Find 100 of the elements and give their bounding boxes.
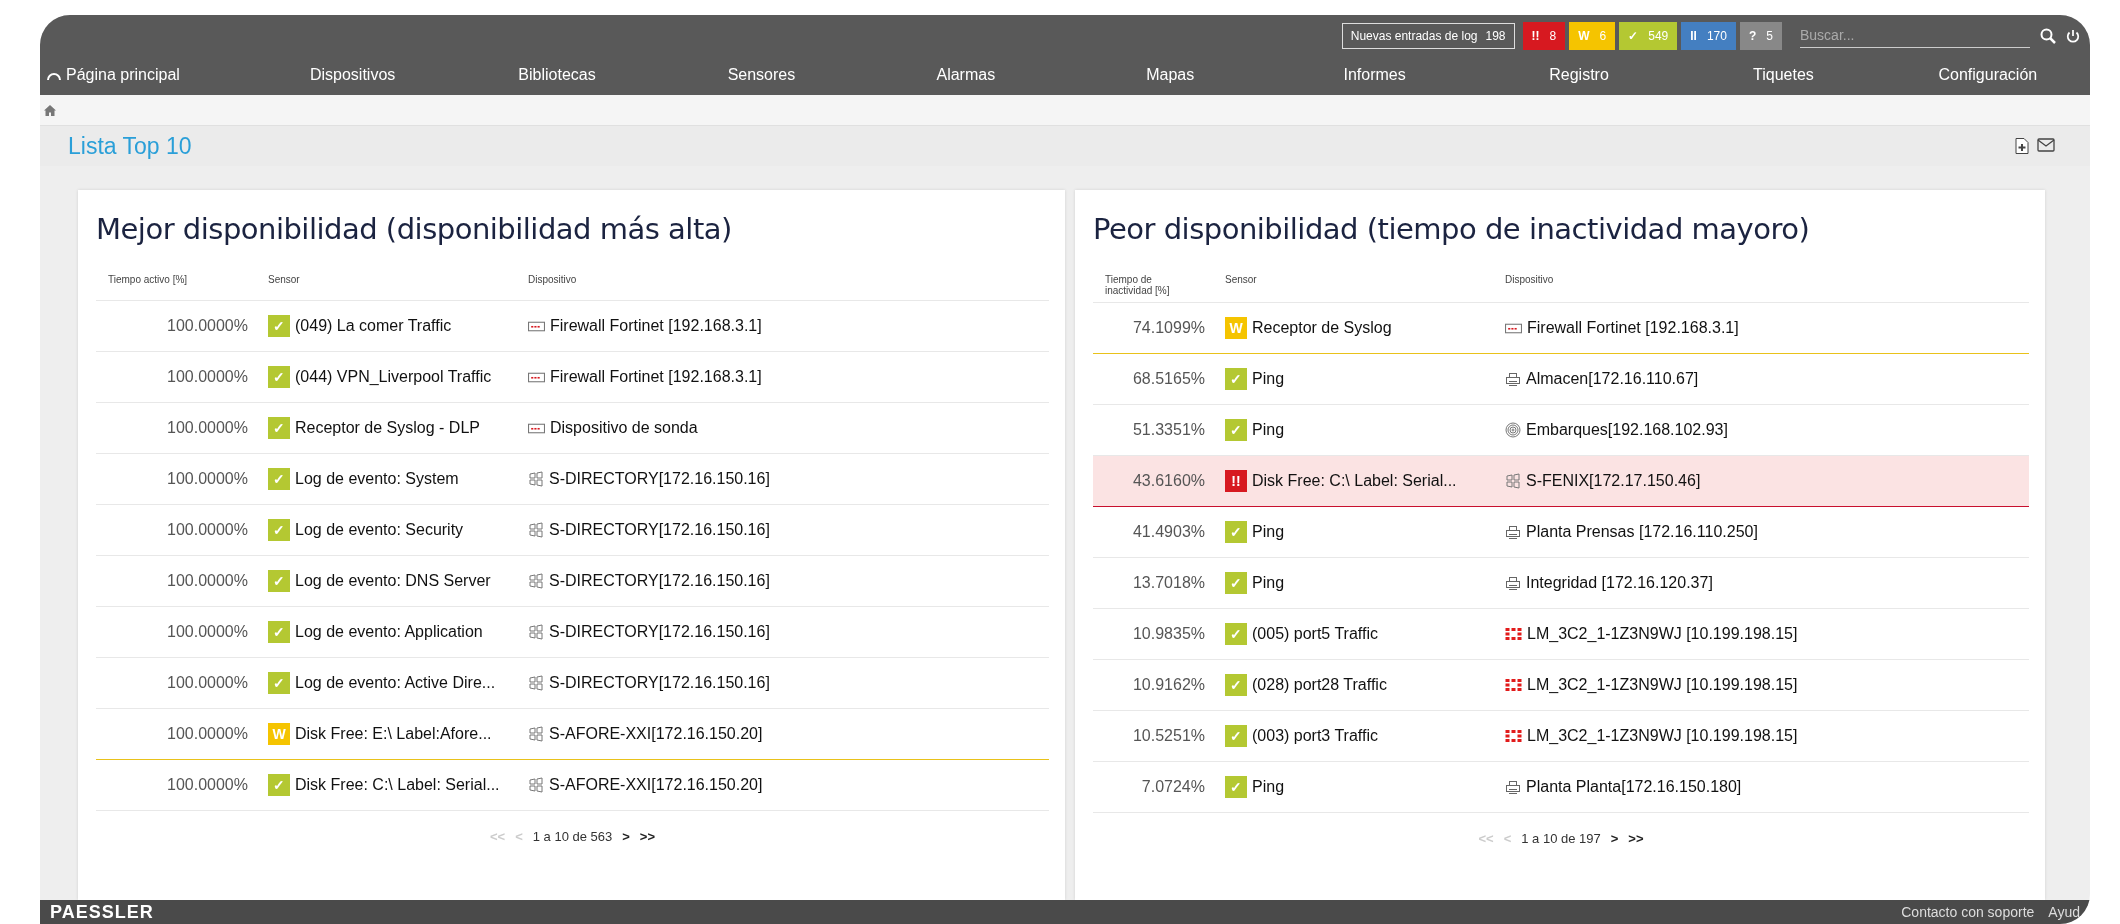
power-icon[interactable] <box>2066 27 2080 44</box>
device-link[interactable]: LM_3C2_1-1Z3N9WJ [10.199.198.15] <box>1527 676 1798 694</box>
column-header[interactable]: Sensor <box>268 274 528 285</box>
table-row[interactable]: 68.5165% ✓ Ping Almacen[172.16.110.67] <box>1093 354 2029 405</box>
table-row[interactable]: 10.9835% ✓ (005) port5 Traffic LM_3C2_1-1Z3N9WJ [10.199.198.15] <box>1093 609 2029 660</box>
nav-menu-item[interactable]: Registro <box>1476 65 1682 84</box>
nav-menu-item[interactable]: Mapas <box>1068 65 1273 84</box>
sensor-link[interactable]: Log de evento: Application <box>295 623 483 641</box>
nav-menu-item[interactable]: Alarmas <box>863 65 1069 84</box>
device-link[interactable]: S-AFORE-XXI[172.16.150.20] <box>549 725 763 743</box>
mail-icon[interactable] <box>2037 138 2055 152</box>
sensor-link[interactable]: Log de evento: System <box>295 470 459 488</box>
table-row[interactable]: 41.4903% ✓ Ping Planta Prensas [172.16.110.250] <box>1093 507 2029 558</box>
table-row[interactable]: 100.0000% ✓ Log de evento: DNS Server S-DIRECTORY[172.16.150.16] <box>96 556 1049 607</box>
sensor-link[interactable]: Ping <box>1252 523 1285 541</box>
sensor-link[interactable]: (044) VPN_Liverpool Traffic <box>295 368 492 386</box>
table-row[interactable]: 74.1099% W Receptor de Syslog Firewall Fortinet [192.168.3.1] <box>1093 303 2029 354</box>
search-field[interactable]: Buscar... <box>1800 23 2030 48</box>
percent-cell-text: 10.9162% <box>1131 676 1206 694</box>
sensor-link[interactable]: Receptor de Syslog - DLP <box>295 419 480 437</box>
percent-cell-text: 100.0000% <box>166 623 249 641</box>
device-link[interactable]: S-DIRECTORY[172.16.150.16] <box>549 521 770 539</box>
sensor-link[interactable]: Receptor de Syslog <box>1252 319 1392 337</box>
status-count-badge[interactable]: ? 5 <box>1739 21 1782 50</box>
sensor-link[interactable]: Ping <box>1252 574 1285 592</box>
table-row[interactable]: 100.0000% ✓ (049) La comer Traffic Firewall Fortinet [192.168.3.1] <box>96 301 1049 352</box>
status-icon: ✓ <box>268 621 290 643</box>
table-row[interactable]: 100.0000% ✓ Log de evento: Active Dire... S-DIRECTORY[172.16.150.16] <box>96 658 1049 709</box>
search-icon[interactable] <box>2040 27 2056 44</box>
sensor-link[interactable]: Ping <box>1252 370 1285 388</box>
table-row[interactable]: 10.9162% ✓ (028) port28 Traffic LM_3C2_1-1Z3N9WJ [10.199.198.15] <box>1093 660 2029 711</box>
device-link[interactable]: Firewall Fortinet [192.168.3.1] <box>550 317 762 335</box>
percent-cell-text: 10.5251% <box>1131 727 1206 745</box>
nav-menu-item[interactable]: Sensores <box>659 65 864 84</box>
sensor-link[interactable]: Log de evento: DNS Server <box>295 572 491 590</box>
device-link[interactable]: S-DIRECTORY[172.16.150.16] <box>549 674 770 692</box>
table-row[interactable]: 100.0000% ✓ (044) VPN_Liverpool Traffic Firewall Fortinet [192.168.3.1] <box>96 352 1049 403</box>
log-entries-button[interactable]: Nuevas entradas de log 198 <box>1341 22 1515 49</box>
device-link[interactable]: Firewall Fortinet [192.168.3.1] <box>1527 319 1739 337</box>
column-header[interactable]: Dispositivo <box>1505 274 2029 285</box>
nav-menu-item[interactable]: Informes <box>1272 65 1477 84</box>
sensor-link[interactable]: (003) port3 Traffic <box>1252 727 1378 745</box>
nav-menu-item[interactable]: Página principal <box>40 65 251 84</box>
status-icon: ✓ <box>268 366 290 388</box>
device-link[interactable]: Planta Planta[172.16.150.180] <box>1526 778 1742 796</box>
table-row[interactable]: 100.0000% W Disk Free: E:\ Label:Afore... S-AFORE-XXI[172.16.150.20] <box>96 709 1049 760</box>
device-link[interactable]: LM_3C2_1-1Z3N9WJ [10.199.198.15] <box>1527 727 1798 745</box>
sensor-link[interactable]: Disk Free: C:\ Label: Serial... <box>295 776 500 794</box>
device-link[interactable]: Dispositivo de sonda <box>550 419 698 437</box>
brand-logo: PAESSLER <box>50 901 154 923</box>
sensor-link[interactable]: Log de evento: Security <box>295 521 464 539</box>
table-row[interactable]: 7.0724% ✓ Ping Planta Planta[172.16.150.180] <box>1093 762 2029 813</box>
nav-menu-item[interactable]: Dispositivos <box>250 65 455 84</box>
device-link[interactable]: Firewall Fortinet [192.168.3.1] <box>550 368 762 386</box>
table-row[interactable]: 100.0000% ✓ Log de evento: System S-DIRECTORY[172.16.150.16] <box>96 454 1049 505</box>
percent-cell-text: 68.5165% <box>1131 370 1206 388</box>
device-link[interactable]: S-DIRECTORY[172.16.150.16] <box>549 470 770 488</box>
footer-link[interactable]: Ayud <box>2048 904 2080 920</box>
column-header[interactable]: Dispositivo <box>528 274 1049 285</box>
home-icon[interactable] <box>44 104 56 116</box>
device-link[interactable]: S-DIRECTORY[172.16.150.16] <box>549 572 770 590</box>
column-header[interactable]: Tiempo activo [%] <box>108 274 268 285</box>
pager-arrow[interactable]: > <box>1610 831 1619 846</box>
footer-link[interactable]: Contacto con soporte <box>1901 904 2035 920</box>
column-header[interactable]: Sensor <box>1225 274 1505 285</box>
nav-menu-item[interactable]: Tiquetes <box>1681 65 1886 84</box>
sensor-link[interactable]: Disk Free: E:\ Label:Afore... <box>295 725 492 743</box>
sensor-link[interactable]: (005) port5 Traffic <box>1252 625 1378 643</box>
page-range: 1 a 10 de 197 <box>1521 831 1601 846</box>
table-row[interactable]: 100.0000% ✓ Log de evento: Application S-DIRECTORY[172.16.150.16] <box>96 607 1049 658</box>
table-row[interactable]: 43.6160% !! Disk Free: C:\ Label: Serial... S-FENIX[172.17.150.46] <box>1093 456 2029 507</box>
table-row[interactable]: 100.0000% ✓ Log de evento: Security S-DIRECTORY[172.16.150.16] <box>96 505 1049 556</box>
device-link[interactable]: Embarques[192.168.102.93] <box>1526 421 1728 439</box>
device-link[interactable]: Almacen[172.16.110.67] <box>1526 370 1699 388</box>
table-row[interactable]: 100.0000% ✓ Disk Free: C:\ Label: Serial... S-AFORE-XXI[172.16.150.20] <box>96 760 1049 811</box>
percent-cell-text: 100.0000% <box>166 419 249 437</box>
sensor-link[interactable]: (028) port28 Traffic <box>1252 676 1387 694</box>
sensor-link[interactable]: (049) La comer Traffic <box>295 317 452 335</box>
device-link[interactable]: S-DIRECTORY[172.16.150.16] <box>549 623 770 641</box>
device-link[interactable]: S-AFORE-XXI[172.16.150.20] <box>549 776 763 794</box>
table-row[interactable]: 13.7018% ✓ Ping Integridad [172.16.120.37] <box>1093 558 2029 609</box>
table-row[interactable]: 100.0000% ✓ Receptor de Syslog - DLP Dispositivo de sonda <box>96 403 1049 454</box>
table-row[interactable]: 10.5251% ✓ (003) port3 Traffic LM_3C2_1-1Z3N9WJ [10.199.198.15] <box>1093 711 2029 762</box>
pager-arrow[interactable]: >> <box>1628 831 1644 846</box>
sensor-link[interactable]: Ping <box>1252 778 1285 796</box>
sensor-link[interactable]: Log de evento: Active Dire... <box>295 674 496 692</box>
sensor-link[interactable]: Ping <box>1252 421 1285 439</box>
pager-arrow[interactable]: > <box>622 829 630 844</box>
device-link[interactable]: Planta Prensas [172.16.110.250] <box>1526 523 1758 541</box>
device-link[interactable]: LM_3C2_1-1Z3N9WJ [10.199.198.15] <box>1527 625 1798 643</box>
sensor-link[interactable]: Disk Free: C:\ Label: Serial... <box>1252 472 1457 490</box>
status-count-badge[interactable]: !! 8 <box>1522 21 1566 50</box>
device-link[interactable]: S-FENIX[172.17.150.46] <box>1526 472 1701 490</box>
document-add-icon[interactable] <box>2015 138 2029 154</box>
pager-arrow[interactable]: >> <box>639 829 656 844</box>
status-count-badge[interactable]: II 170 <box>1681 21 1736 50</box>
nav-menu-item[interactable]: Bibliotecas <box>454 65 660 84</box>
nav-menu-item[interactable]: Configuración <box>1885 65 2090 84</box>
device-link[interactable]: Integridad [172.16.120.37] <box>1526 574 1713 592</box>
column-header[interactable]: Tiempo de inactividad [%] <box>1105 274 1185 296</box>
